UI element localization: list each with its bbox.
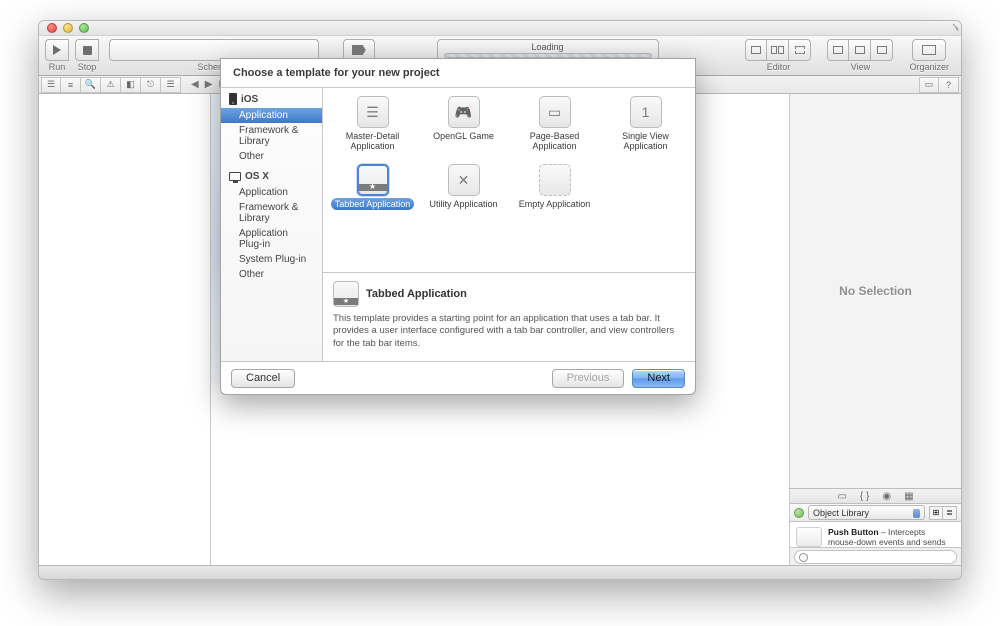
editor-segmented[interactable] [745,39,811,61]
view-navigator-icon[interactable] [827,39,849,61]
sidebar-item-ios-other[interactable]: Other [221,149,322,164]
media-library-icon[interactable]: ▦ [904,491,913,502]
template-utility[interactable]: ✕Utility Application [418,164,509,230]
push-button-icon [796,527,822,547]
titlebar [39,21,961,36]
object-library-icon[interactable]: ◉ [882,491,891,502]
template-sidebar: iOS Application Framework & Library Othe… [221,88,323,361]
sidebar-item-osx-system-plugin[interactable]: System Plug-in [221,252,322,267]
template-description: Tabbed Application This template provide… [323,272,695,361]
template-grid: ☰Master-Detail Application 🎮OpenGL Game … [323,88,695,272]
next-button[interactable]: Next [632,369,685,388]
close-window-button[interactable] [47,23,57,33]
view-label: View [851,62,870,72]
file-template-library-icon[interactable]: ▭ [837,491,846,502]
stop-button[interactable] [75,39,99,61]
breakpoint-icon [352,45,366,55]
no-selection-label: No Selection [790,94,961,488]
project-navigator-icon[interactable]: ☰ [41,77,61,93]
navigator-tabs[interactable]: ☰ ≡ 🔍 ⚠ ◧ ⎋ ☰ [41,77,181,93]
run-label: Run [49,62,66,72]
template-opengl-game[interactable]: 🎮OpenGL Game [418,96,509,162]
library-view-mode[interactable]: ⊞≣ [929,506,957,520]
library-popup-label: Object Library [813,508,869,518]
sidebar-item-osx-plugin[interactable]: Application Plug-in [221,226,322,252]
editor-standard-icon[interactable] [745,39,767,61]
code-snippet-library-icon[interactable]: { } [860,491,869,502]
search-navigator-icon[interactable]: 🔍 [81,77,101,93]
debug-navigator-icon[interactable]: ⎋ [141,77,161,93]
iphone-icon [229,93,237,105]
template-description-icon [333,281,359,307]
navigator-area [39,94,211,565]
stop-label: Stop [78,62,97,72]
jump-bar-back-icon[interactable]: ◀ [191,79,199,90]
zoom-window-button[interactable] [79,23,89,33]
template-page-based[interactable]: ▭Page-Based Application [509,96,600,162]
symbol-navigator-icon[interactable]: ≡ [61,77,81,93]
list-view-icon[interactable]: ≣ [943,506,957,520]
cancel-button[interactable]: Cancel [231,369,295,388]
stop-icon [83,46,92,55]
sidebar-item-ios-framework[interactable]: Framework & Library [221,123,322,149]
template-main: ☰Master-Detail Application 🎮OpenGL Game … [323,88,695,361]
library-cube-icon [794,508,804,518]
quick-help-icon[interactable]: ? [939,77,959,93]
template-master-detail[interactable]: ☰Master-Detail Application [327,96,418,162]
library-tabstrip[interactable]: ▭ { } ◉ ▦ [790,488,961,504]
library-popup[interactable]: Object Library [808,505,925,520]
view-debug-icon[interactable] [849,39,871,61]
organizer-label: Organizer [909,62,949,72]
list-item[interactable]: Push Button – Intercepts mouse-down even… [790,522,961,547]
icon-view-icon[interactable]: ⊞ [929,506,943,520]
mac-icon [229,172,241,181]
play-icon [53,45,61,55]
activity-text: Loading [532,42,564,52]
window-footer [39,565,961,579]
sidebar-item-osx-framework[interactable]: Framework & Library [221,200,322,226]
object-library-list[interactable]: Push Button – Intercepts mouse-down even… [790,522,961,547]
view-utilities-icon[interactable] [871,39,893,61]
resize-corner[interactable] [949,23,959,33]
template-description-title: Tabbed Application [366,288,467,300]
jump-bar-forward-icon[interactable]: ▶ [205,79,213,90]
sheet-body: iOS Application Framework & Library Othe… [221,87,695,362]
utilities-area: No Selection ▭ { } ◉ ▦ Object Library ⊞≣… [789,94,961,565]
sidebar-item-ios-application[interactable]: Application [221,108,322,123]
organizer-button[interactable] [912,39,946,61]
library-search-row [790,547,961,565]
minimize-window-button[interactable] [63,23,73,33]
sidebar-section-osx: OS X [221,168,322,185]
sheet-button-row: Cancel Previous Next [221,362,695,394]
template-description-text: This template provides a starting point … [333,313,685,351]
template-tabbed[interactable]: Tabbed Application [327,164,418,230]
library-item-text: Push Button – Intercepts mouse-down even… [828,527,955,547]
editor-assistant-icon[interactable] [767,39,789,61]
template-single-view[interactable]: 1Single View Application [600,96,691,162]
editor-version-icon[interactable] [789,39,811,61]
previous-button[interactable]: Previous [552,369,625,388]
sheet-title: Choose a template for your new project [221,59,695,87]
template-empty[interactable]: Empty Application [509,164,600,230]
view-segmented[interactable] [827,39,893,61]
log-navigator-icon[interactable]: ☰ [161,77,181,93]
library-search-input[interactable] [794,550,957,564]
sidebar-section-ios: iOS [221,90,322,108]
new-project-sheet: Choose a template for your new project i… [220,58,696,395]
editor-label: Editor [767,62,791,72]
sidebar-item-osx-other[interactable]: Other [221,267,322,282]
issue-navigator-icon[interactable]: ⚠ [101,77,121,93]
library-header: Object Library ⊞≣ [790,504,961,522]
inspector-tabs-top[interactable]: ▭ ? [919,77,959,93]
file-inspector-icon[interactable]: ▭ [919,77,939,93]
sidebar-item-osx-application[interactable]: Application [221,185,322,200]
test-navigator-icon[interactable]: ◧ [121,77,141,93]
run-button[interactable] [45,39,69,61]
